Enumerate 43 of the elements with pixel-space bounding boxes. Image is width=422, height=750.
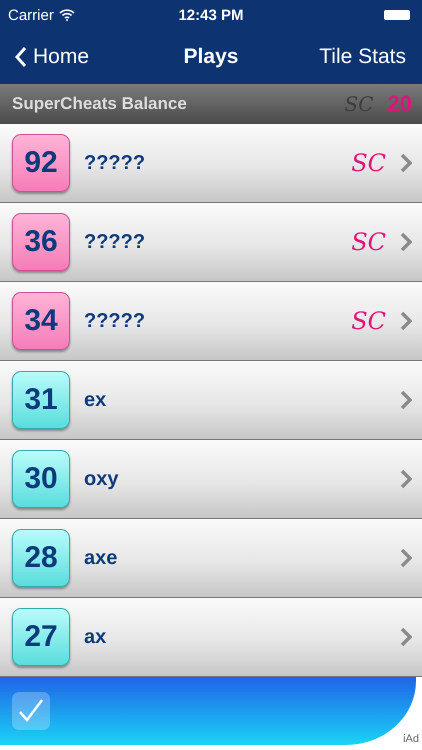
checkmark-icon (12, 692, 50, 730)
score-tile: 27 (12, 608, 70, 666)
play-row[interactable]: 27 ax (0, 598, 422, 677)
sc-logo: SC (351, 307, 386, 335)
score-tile: 36 (12, 213, 70, 271)
score-tile: 31 (12, 371, 70, 429)
play-word: ax (84, 626, 108, 648)
nav-title: Plays (184, 45, 238, 68)
battery-icon (384, 10, 410, 20)
play-row[interactable]: 36 ????? SC (0, 203, 422, 282)
chevron-right-icon (400, 232, 412, 252)
chevron-right-icon (400, 469, 412, 489)
chevron-right-icon (400, 311, 412, 331)
sc-logo: SC (351, 228, 386, 256)
ad-label: iAd (403, 733, 419, 745)
play-row[interactable]: 92 ????? SC (0, 124, 422, 203)
wifi-icon (58, 9, 75, 21)
chevron-right-icon (400, 548, 412, 568)
play-row[interactable]: 28 axe (0, 519, 422, 598)
chevron-right-icon (400, 627, 412, 647)
chevron-right-icon (400, 153, 412, 173)
score-tile: 92 (12, 134, 70, 192)
score-tile: 30 (12, 450, 70, 508)
play-word: axe (84, 546, 118, 570)
play-row[interactable]: 34 ????? SC (0, 282, 422, 361)
play-word: ????? (84, 230, 146, 254)
chevron-left-icon (14, 46, 27, 68)
score-tile: 28 (12, 529, 70, 587)
chevron-right-icon (400, 390, 412, 410)
sc-logo: SC (351, 149, 386, 177)
score-tile: 34 (12, 292, 70, 350)
tile-stats-button[interactable]: Tile Stats (319, 45, 406, 69)
status-time: 12:43 PM (178, 6, 244, 24)
balance-value: 20 (388, 91, 412, 117)
play-word: ????? (84, 152, 146, 174)
play-word: ????? (84, 310, 146, 332)
carrier-label: Carrier (8, 6, 54, 24)
balance-label: SuperCheats Balance (12, 94, 188, 114)
play-row[interactable]: 30 oxy (0, 440, 422, 519)
play-word: oxy (84, 468, 120, 490)
back-button[interactable]: Home (14, 45, 90, 69)
play-row[interactable]: 31 ex (0, 361, 422, 440)
play-word: ex (84, 388, 108, 412)
